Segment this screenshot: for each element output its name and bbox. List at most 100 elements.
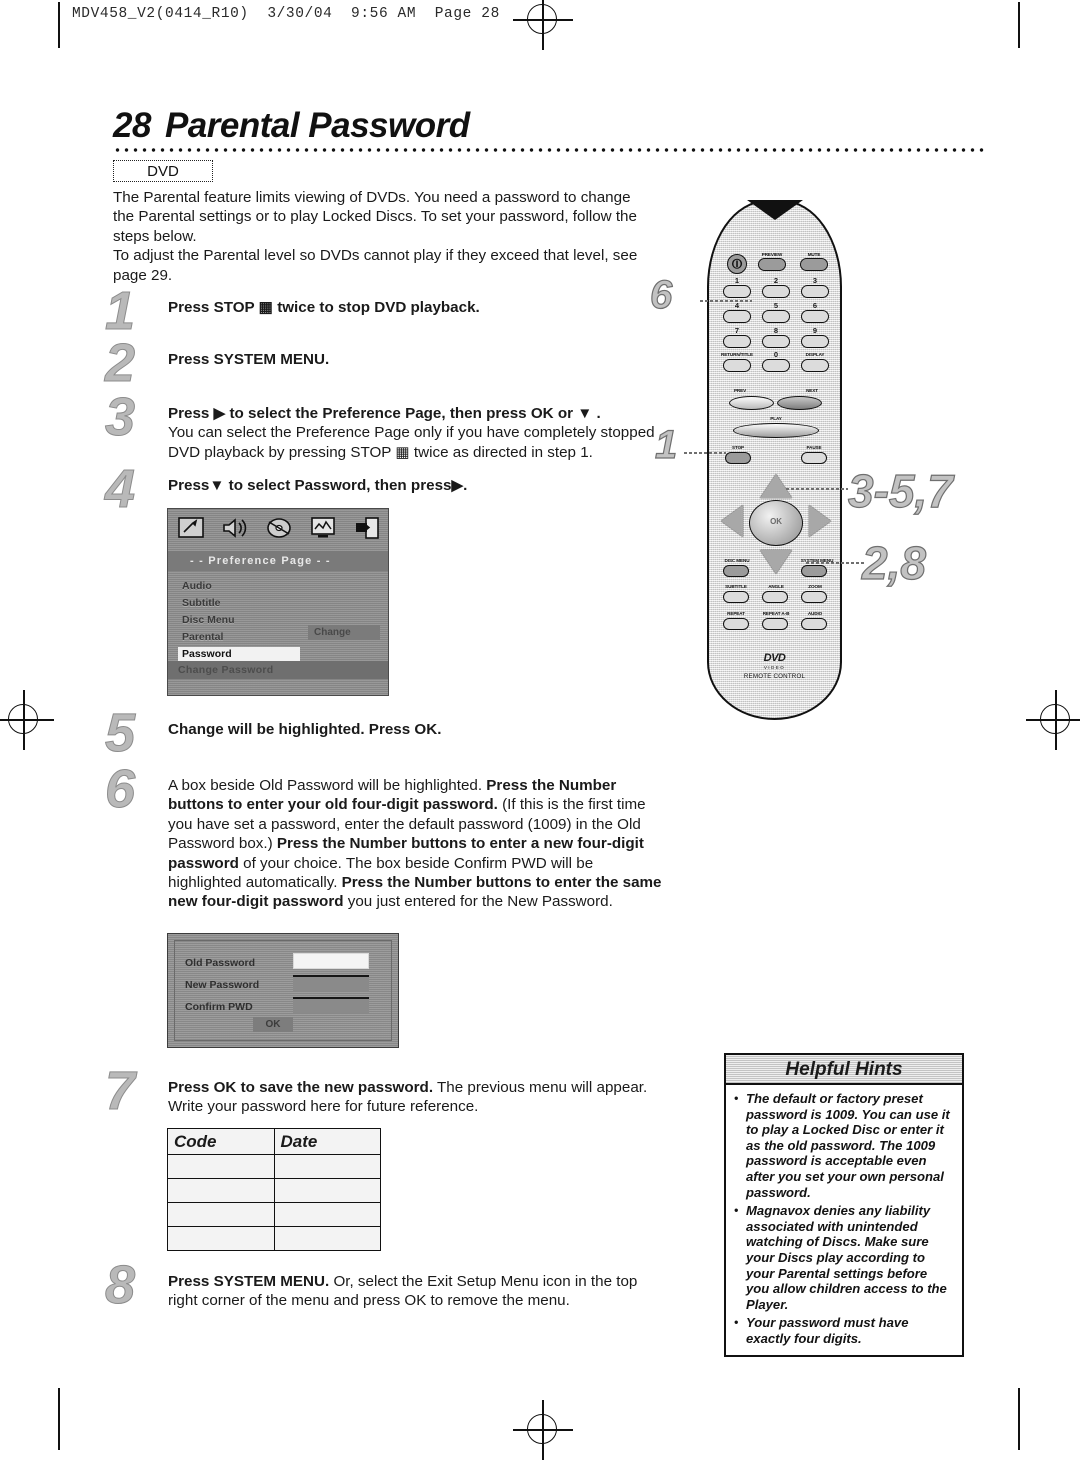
play-button[interactable] bbox=[733, 423, 819, 438]
disc-menu-button[interactable] bbox=[723, 565, 749, 577]
osd-preference-page: - - Preference Page - - Audio Subtitle D… bbox=[167, 508, 389, 696]
callout-2-8: 2,8 bbox=[861, 537, 926, 589]
cell-date[interactable] bbox=[273, 1226, 381, 1251]
column-header-date: Date bbox=[273, 1128, 381, 1155]
callout-1-leader bbox=[684, 452, 726, 454]
title-dotted-rule bbox=[113, 147, 985, 153]
repeat-ab-button[interactable] bbox=[762, 618, 788, 630]
subtitle-button[interactable] bbox=[723, 591, 749, 603]
number-6-button[interactable] bbox=[801, 310, 829, 323]
old-password-field[interactable] bbox=[293, 953, 369, 969]
page-title: 28 Parental Password bbox=[113, 106, 470, 146]
crop-mark-top-left-v bbox=[58, 2, 60, 48]
up-arrow-button[interactable] bbox=[760, 474, 792, 498]
left-arrow-button[interactable] bbox=[721, 505, 743, 537]
cell-date[interactable] bbox=[273, 1178, 381, 1203]
osd-password-dialog: Old Password New Password Confirm PWD OK bbox=[167, 933, 399, 1048]
dvd-badge: DVD bbox=[113, 160, 213, 182]
hint-item: Magnavox denies any liability associated… bbox=[734, 1203, 954, 1312]
step-5-text: Change will be highlighted. Press OK. bbox=[168, 721, 442, 738]
osd-item-audio[interactable]: Audio bbox=[178, 579, 300, 594]
callout-6-leader bbox=[700, 300, 752, 302]
audio-button[interactable] bbox=[801, 618, 827, 630]
step-5-number: 5 bbox=[104, 703, 136, 763]
pause-label: PAUSE bbox=[806, 445, 822, 450]
audio-setup-icon bbox=[220, 515, 250, 541]
number-5-button[interactable] bbox=[762, 310, 790, 323]
dvd-video-label: VIDEO bbox=[763, 665, 786, 670]
cell-code[interactable] bbox=[167, 1178, 275, 1203]
play-label: PLAY bbox=[770, 416, 782, 421]
osd-change-button[interactable]: Change bbox=[308, 625, 380, 640]
callout-1: 1 bbox=[654, 423, 678, 467]
audio-label: AUDIO bbox=[807, 611, 823, 616]
number-1-button[interactable] bbox=[723, 285, 751, 298]
number-9-label: 9 bbox=[812, 326, 818, 335]
number-3-button[interactable] bbox=[801, 285, 829, 298]
osd-item-password[interactable]: Password bbox=[178, 647, 300, 662]
dvd-logo: DVD bbox=[763, 652, 786, 664]
subtitle-label: SUBTITLE bbox=[725, 584, 747, 589]
down-arrow-button[interactable] bbox=[760, 550, 792, 574]
system-menu-button[interactable] bbox=[801, 565, 827, 577]
right-arrow-button[interactable] bbox=[809, 505, 831, 537]
stop-button[interactable] bbox=[725, 452, 751, 464]
return-title-label: RETURN/TITLE bbox=[721, 352, 753, 357]
table-row bbox=[167, 1202, 381, 1227]
angle-button[interactable] bbox=[762, 591, 788, 603]
manual-page: MDV458_V2(0414_R10) 3/30/04 9:56 AM Page… bbox=[0, 0, 1080, 1470]
display-button[interactable] bbox=[801, 359, 829, 372]
display-label: DISPLAY bbox=[805, 352, 825, 357]
next-button[interactable] bbox=[777, 396, 822, 410]
number-0-label: 0 bbox=[773, 350, 779, 359]
osd-ok-button[interactable]: OK bbox=[253, 1017, 293, 1032]
page-number: 28 bbox=[113, 106, 151, 145]
table-row bbox=[167, 1154, 381, 1179]
registration-mark-right bbox=[1026, 690, 1080, 750]
cell-code[interactable] bbox=[167, 1202, 275, 1227]
ok-label: OK bbox=[770, 517, 782, 526]
cell-date[interactable] bbox=[273, 1202, 381, 1227]
step-8-text: Press SYSTEM MENU. Or, select the Exit S… bbox=[168, 1273, 638, 1310]
number-9-button[interactable] bbox=[801, 335, 829, 348]
confirm-pwd-field[interactable] bbox=[293, 997, 369, 1013]
cell-date[interactable] bbox=[273, 1154, 381, 1179]
step-4: 4 Press▼ to select Password, then press▶… bbox=[104, 462, 668, 517]
step-2-text: Press SYSTEM MENU. bbox=[168, 351, 330, 368]
cell-code[interactable] bbox=[167, 1154, 275, 1179]
prev-button[interactable] bbox=[729, 396, 774, 410]
general-setup-icon bbox=[176, 515, 206, 541]
number-0-button[interactable] bbox=[762, 359, 790, 372]
crop-mark-bottom-right-v bbox=[1018, 1388, 1020, 1450]
angle-label: ANGLE bbox=[768, 584, 784, 589]
exit-setup-icon bbox=[352, 515, 382, 541]
preview-button[interactable] bbox=[758, 258, 786, 271]
pause-button[interactable] bbox=[801, 452, 827, 464]
osd-item-disc-menu[interactable]: Disc Menu bbox=[178, 613, 300, 628]
helpful-hints-box: Helpful Hints The default or factory pre… bbox=[724, 1053, 964, 1357]
step-6-text: A box beside Old Password will be highli… bbox=[168, 777, 662, 911]
number-6-label: 6 bbox=[812, 301, 818, 310]
disc-menu-label: DISC MENU bbox=[724, 558, 750, 563]
number-2-button[interactable] bbox=[762, 285, 790, 298]
zoom-button[interactable] bbox=[801, 591, 827, 603]
crop-mark-top-right-v bbox=[1018, 2, 1020, 48]
code-date-table: Code Date bbox=[167, 1128, 381, 1251]
return-title-button[interactable] bbox=[723, 359, 751, 372]
osd-item-parental[interactable]: Parental bbox=[178, 630, 300, 645]
step-6-number: 6 bbox=[104, 759, 136, 819]
number-7-button[interactable] bbox=[723, 335, 751, 348]
repeat-button[interactable] bbox=[723, 618, 749, 630]
number-5-label: 5 bbox=[773, 301, 779, 310]
crop-mark-bottom-left-v bbox=[58, 1388, 60, 1450]
step-8-number: 8 bbox=[104, 1255, 136, 1315]
mute-button[interactable] bbox=[800, 258, 828, 271]
number-8-button[interactable] bbox=[762, 335, 790, 348]
osd-item-subtitle[interactable]: Subtitle bbox=[178, 596, 300, 611]
table-row bbox=[167, 1178, 381, 1203]
new-password-field[interactable] bbox=[293, 975, 369, 991]
number-4-button[interactable] bbox=[723, 310, 751, 323]
osd-title: - - Preference Page - - bbox=[168, 551, 388, 571]
cell-code[interactable] bbox=[167, 1226, 275, 1251]
next-label: NEXT bbox=[806, 388, 818, 393]
